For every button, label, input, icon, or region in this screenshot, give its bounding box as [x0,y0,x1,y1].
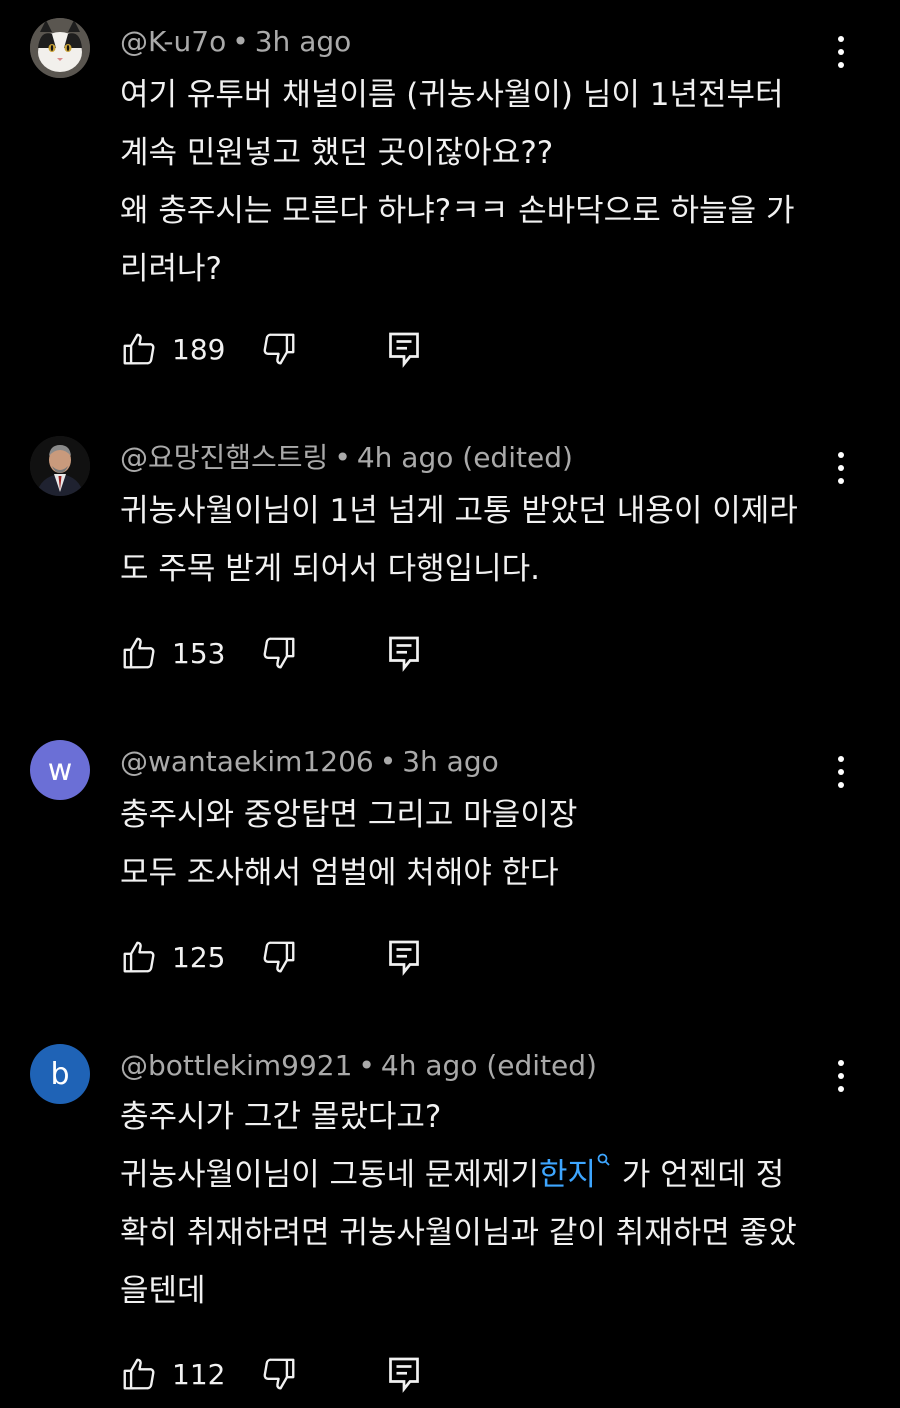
comment-line: 계속 민원넣고 했던 곳이잖아요?? [120,135,554,171]
comment-timestamp[interactable]: 3h ago [402,745,499,778]
like-count: 125 [172,940,226,974]
like-button[interactable]: 189 [120,327,225,371]
comment-meta: @K-u7o • 3h ago [120,25,351,59]
comment-meta: @요망진햄스트링 • 4h ago (edited) [120,441,573,475]
dislike-button[interactable] [260,327,298,371]
comment-author-handle[interactable]: @bottlekim9921 [120,1049,352,1082]
comment-author-handle[interactable]: @K-u7o [120,25,226,58]
comment-timestamp[interactable]: 4h ago [357,441,454,474]
reply-button[interactable] [386,327,422,371]
search-link-text: 한지 [539,1157,597,1193]
thumbs-down-icon [263,941,295,973]
comment-line: 리려나? [120,251,223,287]
comment-line: 도 주목 받게 되어서 다행입니다. [120,551,541,587]
dislike-button[interactable] [260,631,298,675]
comment-timestamp[interactable]: 4h ago [381,1049,478,1082]
cat-avatar-image [30,18,90,78]
reply-button[interactable] [386,935,422,979]
thumbs-down-icon [263,1358,295,1390]
comment-line: 귀농사월이님이 그동네 문제제기한지 가 언젠데 정 [120,1146,840,1204]
comment-text: 충주시가 그간 몰랐다고? 귀농사월이님이 그동네 문제제기한지 가 언젠데 정… [120,1088,840,1320]
comment-text-segment: 귀농사월이님이 그동네 문제제기 [120,1157,539,1193]
reply-comment-icon [389,332,419,368]
comment-meta: @wantaekim1206 • 3h ago [120,745,499,779]
reply-comment-icon [389,636,419,672]
reply-button[interactable] [386,1352,422,1396]
edited-label: (edited) [462,441,573,474]
like-button[interactable]: 125 [120,935,225,979]
reply-comment-icon [389,1357,419,1393]
comment-line: 충주시와 중앙탑면 그리고 마을이장 [120,797,578,833]
thumbs-down-icon [263,333,295,365]
comment-actions: 189 [120,327,440,371]
comment-line: 충주시가 그간 몰랐다고? [120,1099,442,1135]
comment-line: 여기 유투버 채널이름 (귀농사월이) 님이 1년전부터 [120,77,784,113]
meta-separator: • [232,25,249,58]
comment-actions: 153 [120,631,440,675]
comment-line: 왜 충주시는 모른다 하냐?ㅋㅋ 손바닥으로 하늘을 가 [120,193,795,229]
comment-author-handle[interactable]: @요망진햄스트링 [120,441,328,474]
meta-separator: • [334,441,351,474]
like-count: 153 [172,636,226,670]
avatar-man[interactable] [30,436,90,496]
thumbs-up-icon [123,333,155,365]
thumbs-up-icon [123,941,155,973]
edited-label: (edited) [486,1049,597,1082]
comment-author-handle[interactable]: @wantaekim1206 [120,745,374,778]
like-count: 189 [172,332,226,366]
avatar-letter[interactable]: b [30,1044,90,1104]
dislike-button[interactable] [260,1352,298,1396]
meta-separator: • [379,745,397,778]
man-avatar-image [30,436,90,496]
search-icon [597,1153,610,1166]
thumbs-up-icon [123,637,155,669]
comment-meta: @bottlekim9921 • 4h ago (edited) [120,1049,597,1083]
comment-text: 여기 유투버 채널이름 (귀농사월이) 님이 1년전부터 계속 민원넣고 했던 … [120,66,840,298]
comment-actions: 125 [120,935,440,979]
comment-line: 확히 취재하려면 귀농사월이님과 같이 취재하면 좋았 [120,1215,797,1251]
meta-separator: • [358,1049,375,1082]
search-link[interactable]: 한지 [539,1153,612,1193]
comment-text: 귀농사월이님이 1년 넘게 고통 받았던 내용이 이제라 도 주목 받게 되어서… [120,482,840,598]
like-button[interactable]: 112 [120,1352,225,1396]
reply-button[interactable] [386,631,422,675]
comment-text: 충주시와 중앙탑면 그리고 마을이장 모두 조사해서 엄벌에 처해야 한다 [120,786,840,902]
comment-line: 귀농사월이님이 1년 넘게 고통 받았던 내용이 이제라 [120,493,798,529]
comment-text-segment: 가 언젠데 정 [621,1157,785,1193]
thumbs-up-icon [123,1358,155,1390]
like-count: 112 [172,1357,226,1391]
dislike-button[interactable] [260,935,298,979]
comment-line: 모두 조사해서 엄벌에 처해야 한다 [120,855,559,891]
comment-timestamp[interactable]: 3h ago [255,25,352,58]
avatar-letter[interactable]: w [30,740,90,800]
reply-comment-icon [389,940,419,976]
comment-actions: 112 [120,1352,440,1396]
like-button[interactable]: 153 [120,631,225,675]
avatar-cat[interactable] [30,18,90,78]
thumbs-down-icon [263,637,295,669]
comment-line: 을텐데 [120,1273,206,1309]
